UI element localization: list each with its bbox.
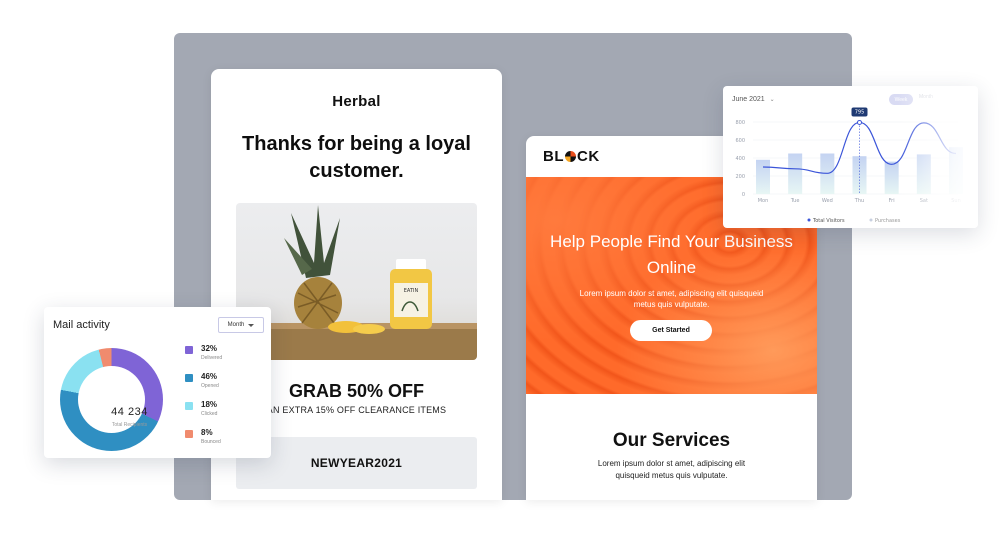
total-recipients-label: Total Recipients (111, 422, 148, 428)
mail-activity-card: Mail activity Month 44 234 Total Recipie… (44, 307, 271, 458)
block-logo-o-icon (565, 151, 576, 162)
period-dropdown-label: Month (227, 322, 245, 328)
legend-swatch (185, 402, 193, 410)
block-logo-prefix: BL (543, 148, 564, 165)
legend-pct: 18% (201, 400, 218, 409)
herbal-product-photo: EATIN (236, 203, 477, 360)
block-services-text: Lorem ipsum dolor st amet, adipiscing el… (597, 459, 746, 480)
total-recipients-value: 44 234 (111, 406, 148, 418)
x-tick-label: Sat (920, 198, 928, 204)
legend-swatch (185, 346, 193, 354)
block-logo: BL CK (543, 148, 600, 165)
block-hero-title: Help People Find Your Business Online (550, 232, 793, 277)
y-tick-label: 400 (735, 156, 745, 162)
legend-label-visitors: Total Visitors (812, 218, 845, 224)
x-tick-label: Mon (758, 198, 769, 204)
legend-pct: 8% (201, 428, 213, 437)
legend-pct: 32% (201, 344, 218, 353)
visitors-bar (916, 154, 931, 194)
x-tick-label: Wed (822, 198, 833, 204)
herbal-brand-logo: Herbal (332, 93, 381, 110)
chevron-down-icon (248, 323, 255, 327)
legend-dot-purchases (869, 218, 873, 222)
block-services-title: Our Services (612, 430, 731, 451)
visitors-bar (788, 153, 803, 194)
visitors-bar (884, 161, 899, 194)
x-tick-label: Sun (951, 198, 961, 204)
x-tick-label: Tue (790, 198, 800, 204)
y-tick-label: 200 (735, 174, 745, 180)
block-logo-suffix: CK (577, 148, 600, 165)
y-tick-label: 600 (735, 138, 745, 144)
tooltip-value: 795 (855, 109, 865, 115)
jar-label: EATIN (404, 288, 419, 294)
legend-label-purchases: Purchases (875, 218, 901, 224)
x-tick-label: Fri (889, 198, 895, 204)
block-hero-text: Lorem ipsum dolor st amet, adipiscing el… (579, 289, 764, 309)
analytics-chart-card: June 2021 ⌄ Week Month 800 600 400 200 0 795 M… (723, 86, 978, 228)
mail-activity-title: Mail activity (53, 319, 110, 331)
y-tick-label: 0 (742, 192, 745, 198)
legend-swatch (185, 430, 193, 438)
get-started-button[interactable]: Get Started (630, 320, 712, 341)
donut-center: 44 234 Total Recipients (78, 366, 147, 433)
herbal-headline: Thanks for being a loyal customer. (242, 133, 471, 182)
legend-label: Clicked (201, 411, 218, 417)
x-tick-label: Thu (854, 198, 864, 204)
legend-pct: 46% (201, 372, 218, 381)
legend-swatch (185, 374, 193, 382)
legend-label: Bounced (201, 439, 221, 445)
legend-label: Delivered (201, 355, 223, 361)
legend-label: Opened (201, 383, 219, 389)
legend-dot-visitors (807, 218, 811, 222)
period-dropdown[interactable]: Month (218, 317, 264, 333)
visitors-bar (949, 147, 963, 194)
visitors-bar (756, 159, 770, 194)
y-tick-label: 800 (735, 120, 745, 126)
mail-donut-chart: 44 234 Total Recipients (60, 348, 163, 451)
herbal-coupon-code[interactable]: NEWYEAR2021 (236, 437, 477, 489)
tooltip-point (857, 119, 862, 125)
visitors-chart: 800 600 400 200 0 795 Mon Tue Wed Thu Fri Sat Sun Tot… (735, 107, 963, 224)
